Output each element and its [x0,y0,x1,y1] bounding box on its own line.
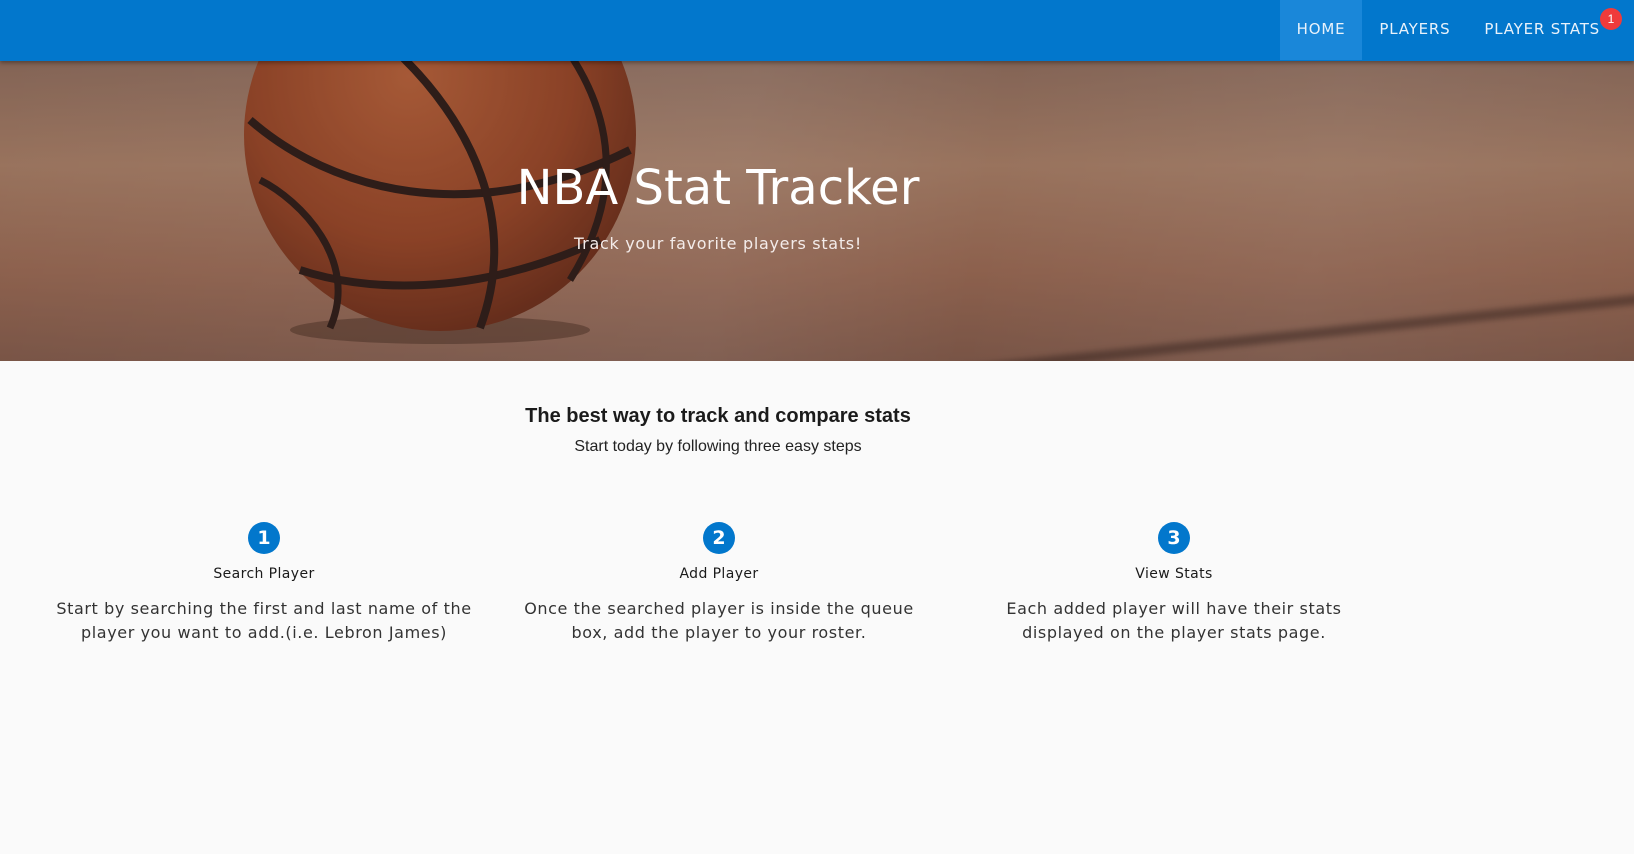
intro-section: The best way to track and compare stats … [0,405,1436,456]
step-3-number-icon: 3 [1158,522,1190,554]
step-add-player: 2 Add Player Once the searched player is… [509,522,929,645]
hero-title: NBA Stat Tracker [516,160,920,216]
nav-player-stats-link[interactable]: PLAYER STATS 1 [1467,0,1634,60]
step-view-stats: 3 View Stats Each added player will have… [964,522,1384,645]
nav-players-link[interactable]: PLAYERS [1362,0,1467,60]
step-description: Start by searching the first and last na… [56,599,472,642]
step-title: View Stats [1135,566,1213,582]
step-title: Search Player [213,566,315,582]
nav-player-stats-label: PLAYER STATS [1484,20,1600,38]
step-search-player: 1 Search Player Start by searching the f… [54,522,474,645]
step-description: Each added player will have their stats … [1006,599,1342,642]
step-1-number-icon: 1 [248,522,280,554]
player-stats-count-badge: 1 [1600,8,1622,30]
top-navbar: HOME PLAYERS PLAYER STATS 1 [0,0,1634,61]
nav-home-link[interactable]: HOME [1279,0,1363,60]
step-title: Add Player [679,566,759,582]
hero-banner: NBA Stat Tracker Track your favorite pla… [0,60,1634,361]
intro-heading: The best way to track and compare stats [525,405,911,427]
step-description: Once the searched player is inside the q… [524,599,914,642]
intro-subheading: Start today by following three easy step… [574,438,862,455]
step-2-number-icon: 2 [703,522,735,554]
hero-subtitle: Track your favorite players stats! [574,234,862,253]
nav-links: HOME PLAYERS PLAYER STATS 1 [1279,0,1634,60]
